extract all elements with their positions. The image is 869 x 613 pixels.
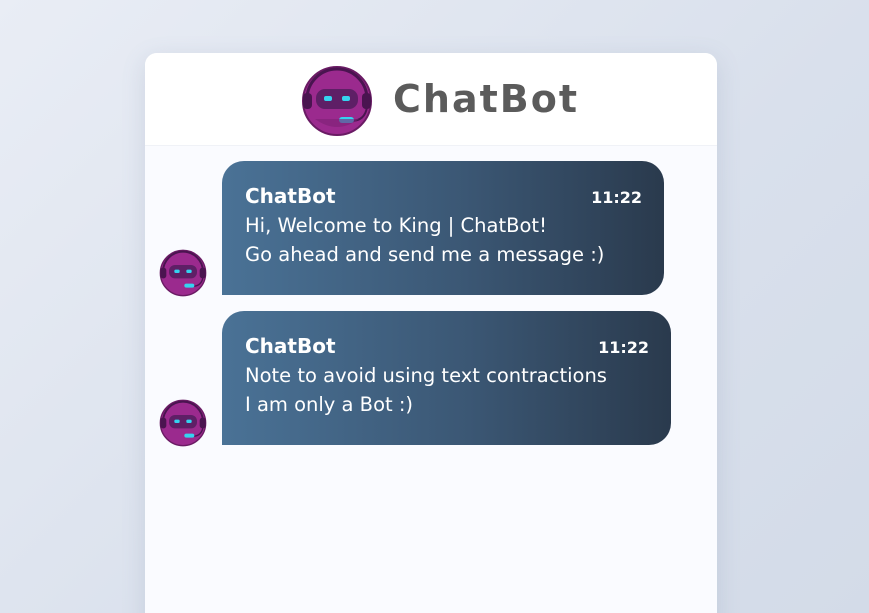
message-sender: ChatBot — [245, 184, 336, 208]
robot-avatar-icon — [159, 399, 207, 447]
message-time: 11:22 — [591, 188, 642, 207]
message-text-line: Go ahead and send me a message :) — [245, 243, 605, 266]
chat-window: ChatBot ChatBot 11:22 Hi, Welcome to Kin… — [145, 53, 717, 613]
message-header: ChatBot 11:22 — [245, 181, 642, 211]
robot-avatar-icon — [302, 66, 372, 136]
message-time: 11:22 — [598, 338, 649, 357]
message-text-line: I am only a Bot :) — [245, 393, 414, 416]
message-bubble: ChatBot 11:22 Hi, Welcome to King | Chat… — [222, 161, 664, 295]
message-header: ChatBot 11:22 — [245, 331, 649, 361]
header-title: ChatBot — [393, 77, 579, 121]
message-text-line: Note to avoid using text contractions — [245, 364, 607, 387]
message-sender: ChatBot — [245, 334, 336, 358]
message-bubble: ChatBot 11:22 Note to avoid using text c… — [222, 311, 671, 445]
message-text-line: Hi, Welcome to King | ChatBot! — [245, 214, 547, 237]
chat-header: ChatBot — [145, 53, 717, 146]
robot-avatar-icon — [159, 249, 207, 297]
